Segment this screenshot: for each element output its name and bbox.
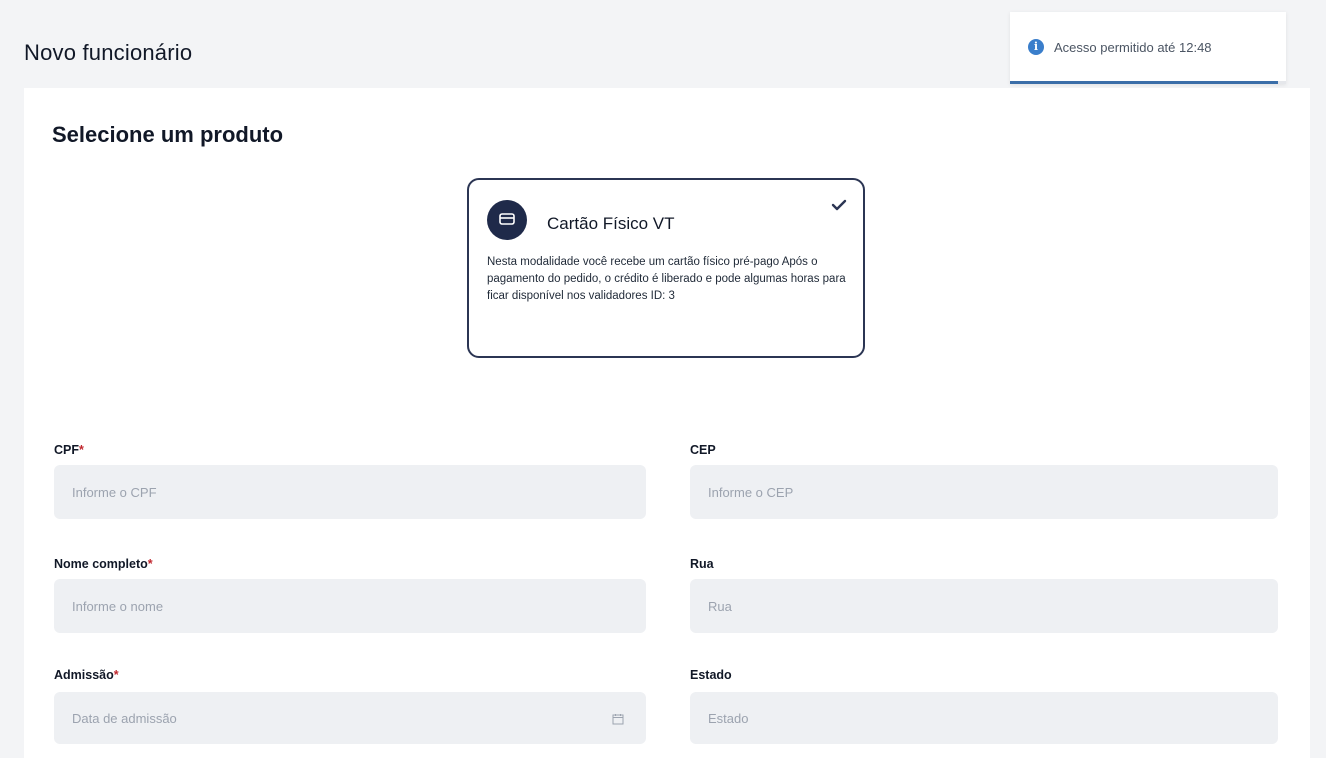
access-toast[interactable]: i Acesso permitido até 12:48	[1010, 12, 1286, 84]
required-mark: *	[113, 668, 119, 682]
estado-label: Estado	[690, 668, 732, 682]
info-icon: i	[1028, 39, 1044, 55]
product-description: Nesta modalidade você recebe um cartão f…	[487, 256, 846, 302]
admissao-label-text: Admissão	[54, 668, 114, 682]
cep-label-text: CEP	[690, 443, 716, 457]
cpf-input[interactable]	[54, 465, 646, 519]
toast-progress-bar	[1010, 81, 1286, 84]
check-icon	[831, 198, 847, 216]
rua-input[interactable]	[690, 579, 1278, 633]
calendar-icon[interactable]	[612, 713, 624, 725]
nome-input[interactable]	[54, 579, 646, 633]
admissao-date-input[interactable]	[54, 692, 646, 744]
required-mark: *	[147, 557, 153, 571]
product-option-cartao-fisico-vt[interactable]: Cartão Físico VT Nesta modalidade você r…	[467, 178, 865, 358]
admissao-label: Admissão*	[54, 668, 119, 682]
card-icon	[487, 200, 527, 240]
required-mark: *	[79, 443, 84, 457]
rua-label-text: Rua	[690, 557, 714, 571]
toast-message: Acesso permitido até 12:48	[1054, 40, 1212, 55]
estado-label-text: Estado	[690, 668, 732, 682]
page-title: Novo funcionário	[24, 40, 193, 65]
rua-label: Rua	[690, 557, 714, 571]
section-title: Selecione um produto	[52, 122, 284, 147]
nome-label: Nome completo*	[54, 557, 153, 571]
toast-progress-fill	[1010, 81, 1278, 84]
cep-label: CEP	[690, 443, 716, 457]
page-header: Novo funcionário i Acesso permitido até …	[0, 0, 1326, 88]
estado-input[interactable]	[690, 692, 1278, 744]
cpf-label-text: CPF	[54, 443, 79, 457]
nome-label-text: Nome completo	[54, 557, 148, 571]
product-name: Cartão Físico VT	[547, 214, 675, 233]
form-card: Selecione um produto Cartão Físico VT Ne…	[24, 88, 1310, 758]
cep-input[interactable]	[690, 465, 1278, 519]
cpf-label: CPF*	[54, 443, 84, 457]
